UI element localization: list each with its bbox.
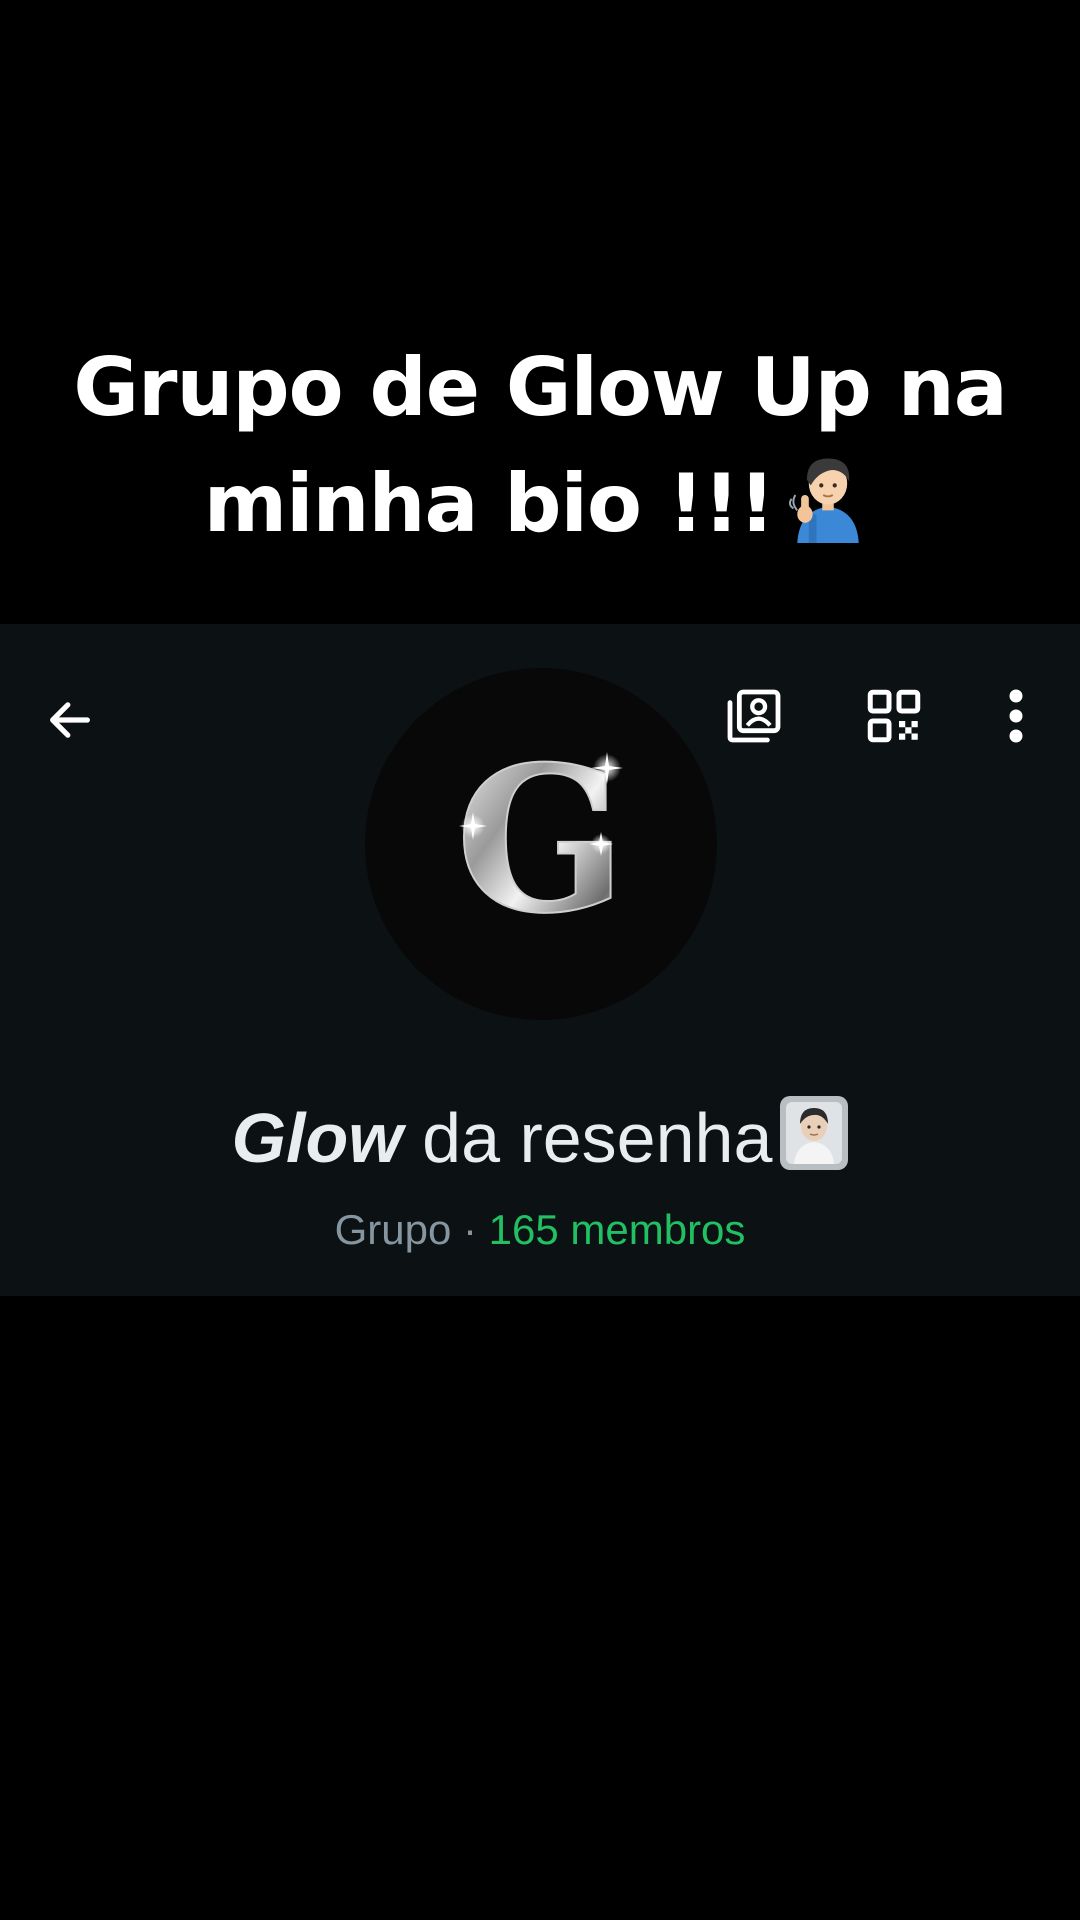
more-options-button[interactable]: [996, 676, 1036, 756]
group-name-bold: Glow: [231, 1099, 403, 1177]
qr-code-button[interactable]: [854, 676, 934, 756]
member-count-link[interactable]: 165 membros: [489, 1206, 746, 1253]
meta-separator: ·: [451, 1206, 489, 1253]
caption-line-1: Grupo de Glow Up na: [73, 341, 1007, 434]
view-contacts-button[interactable]: [714, 676, 794, 756]
more-vertical-icon: [1009, 689, 1023, 743]
qr-code-icon: [867, 689, 921, 743]
group-meta: Grupo · 165 membros: [0, 1204, 1080, 1256]
caption-line-2-text: minha bio !!!: [203, 457, 775, 550]
contact-card-icon: [727, 689, 781, 743]
group-name-rest: da resenha: [402, 1099, 773, 1177]
person-sticker-emoji: [780, 1096, 849, 1170]
chrome-g-logo: G: [455, 722, 628, 959]
man-tipping-hand-emoji: [789, 458, 859, 543]
group-avatar[interactable]: G: [365, 668, 717, 1020]
video-caption: Grupo de Glow Up na minha bio !!!: [0, 330, 1080, 562]
group-type: Grupo: [334, 1206, 452, 1253]
group-name: Glow da resenha: [0, 1096, 1080, 1180]
back-button[interactable]: [30, 680, 110, 760]
caption-line-2: minha bio !!!: [0, 446, 1080, 562]
arrow-left-icon: [50, 702, 90, 738]
